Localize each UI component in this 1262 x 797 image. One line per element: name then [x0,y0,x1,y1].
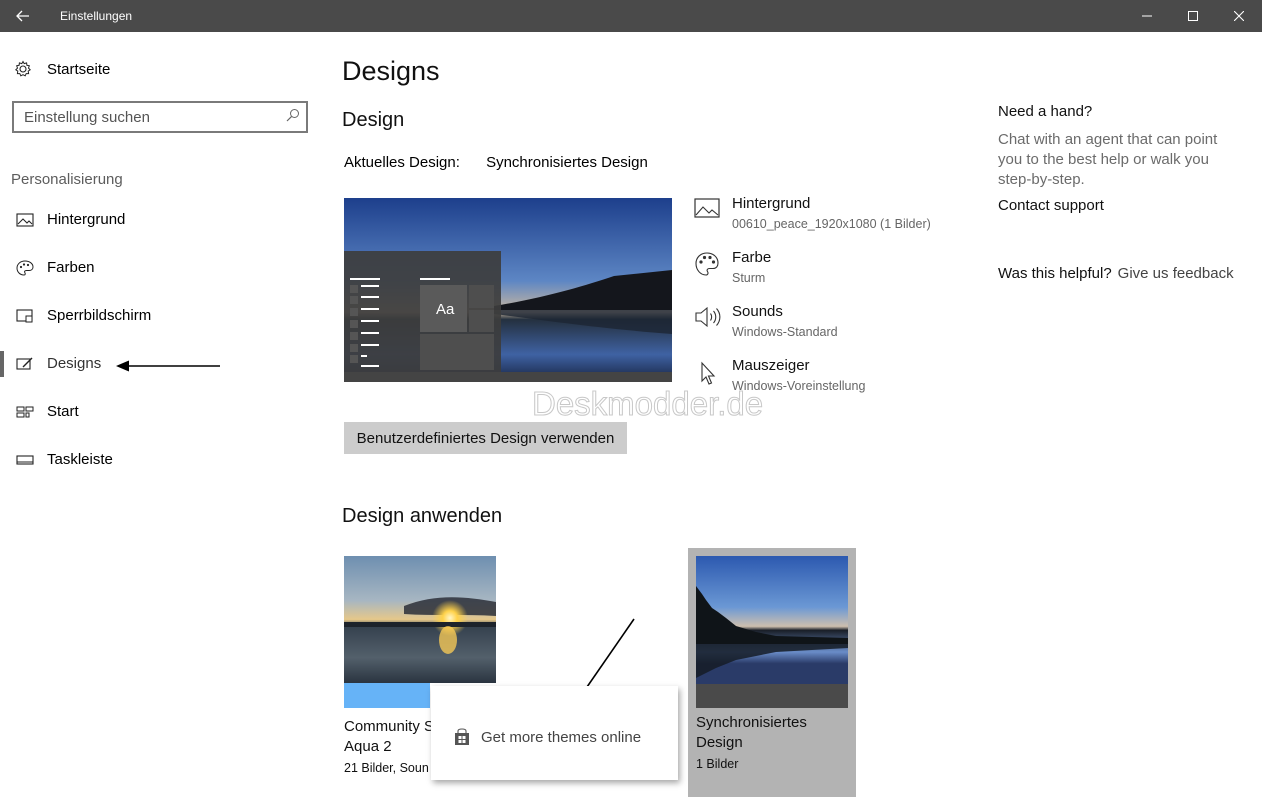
gear-icon [15,60,31,77]
contact-support-link[interactable]: Contact support [998,197,1104,214]
theme-name-line2: Design [696,734,743,751]
taskbar-icon [16,455,34,465]
search-icon[interactable] [286,108,300,122]
search-box[interactable] [12,101,308,133]
watermark: Deskmodder.de [531,385,764,423]
prop-title: Mauszeiger [732,357,810,374]
sidebar-item-hintergrund[interactable]: Hintergrund [0,202,310,238]
get-more-themes-online-item[interactable]: Get more themes online [453,728,641,746]
maximize-button[interactable] [1170,0,1216,32]
window-title: Einstellungen [60,9,133,23]
design-preview: Aa [344,198,672,382]
current-design-row: Aktuelles Design: Synchronisiertes Desig… [344,154,648,171]
preview-sample-text: Aa [436,301,455,318]
prop-sounds[interactable]: Sounds Windows-Standard [694,303,954,343]
home-link[interactable]: Startseite [14,58,110,80]
prop-farbe[interactable]: Farbe Sturm [694,249,954,289]
active-indicator [0,351,4,377]
title-bar: Einstellungen [0,0,1262,32]
sidebar-item-label: Taskleiste [47,451,113,468]
home-label: Startseite [47,60,111,78]
preview-image [344,198,672,382]
sidebar-item-label: Start [47,403,79,420]
sidebar-item-farben[interactable]: Farben [0,250,310,286]
annotation-arrow-left [116,360,220,372]
close-icon [1234,11,1244,21]
give-feedback-link[interactable]: Give us feedback [1118,265,1234,282]
prop-title: Hintergrund [732,195,811,212]
maximize-icon [1188,11,1198,21]
picture-icon [16,213,34,227]
brush-icon [16,357,33,370]
theme-subtitle: 1 Bilder [696,757,739,771]
cursor-icon [701,361,716,385]
popup-item-label: Get more themes online [481,728,642,746]
palette-icon [16,260,34,276]
helpful-question: Was this helpful? [998,265,1112,282]
sidebar-item-label: Sperrbildschirm [47,307,152,324]
page-title: Designs [342,56,440,86]
search-input[interactable] [24,107,274,127]
prop-title: Farbe [732,249,772,266]
arrow-left-icon [16,10,29,22]
apply-design-heading: Design anwenden [342,505,503,527]
current-design-label: Aktuelles Design: [344,154,460,171]
theme-tile-synchronisiert[interactable]: Synchronisiertes Design 1 Bilder [688,548,856,797]
picture-icon [694,198,720,218]
help-text: Chat with an agent that can point you to… [998,131,1218,188]
use-custom-design-button[interactable]: Benutzerdefiniertes Design verwenden [344,422,627,454]
sidebar-item-start[interactable]: Start [0,394,310,430]
theme-name-line1: Synchronisiertes [696,714,807,731]
current-design-value: Synchronisiertes Design [486,154,648,171]
store-icon [455,728,469,745]
sidebar-item-label: Designs [47,355,102,372]
minimize-icon [1142,15,1152,17]
sidebar-item-sperrbildschirm[interactable]: Sperrbildschirm [0,298,310,334]
speaker-icon [695,306,721,328]
theme-thumbnail [696,556,848,708]
close-button[interactable] [1216,0,1262,32]
minimize-button[interactable] [1124,0,1170,32]
sidebar-item-label: Farben [47,259,95,276]
section-header: Personalisierung [11,171,123,188]
context-popup: Get more themes online [431,686,678,780]
sidebar-item-label: Hintergrund [47,211,126,228]
back-button[interactable] [0,0,46,32]
prop-title: Sounds [732,303,783,320]
lock-screen-icon [16,309,33,323]
prop-subtitle: 00610_peace_1920x1080 (1 Bilder) [732,217,931,231]
prop-hintergrund[interactable]: Hintergrund 00610_peace_1920x1080 (1 Bil… [694,195,954,235]
helpful-row: Was this helpful? Give us feedback [998,265,1234,282]
help-title: Need a hand? [998,103,1093,120]
prop-subtitle: Windows-Standard [732,325,838,339]
design-heading: Design [342,109,405,131]
start-icon [16,406,34,418]
theme-accent-swatch [344,683,430,708]
prop-subtitle: Sturm [732,271,766,285]
sidebar-item-taskleiste[interactable]: Taskleiste [0,442,310,478]
palette-icon [695,252,719,276]
